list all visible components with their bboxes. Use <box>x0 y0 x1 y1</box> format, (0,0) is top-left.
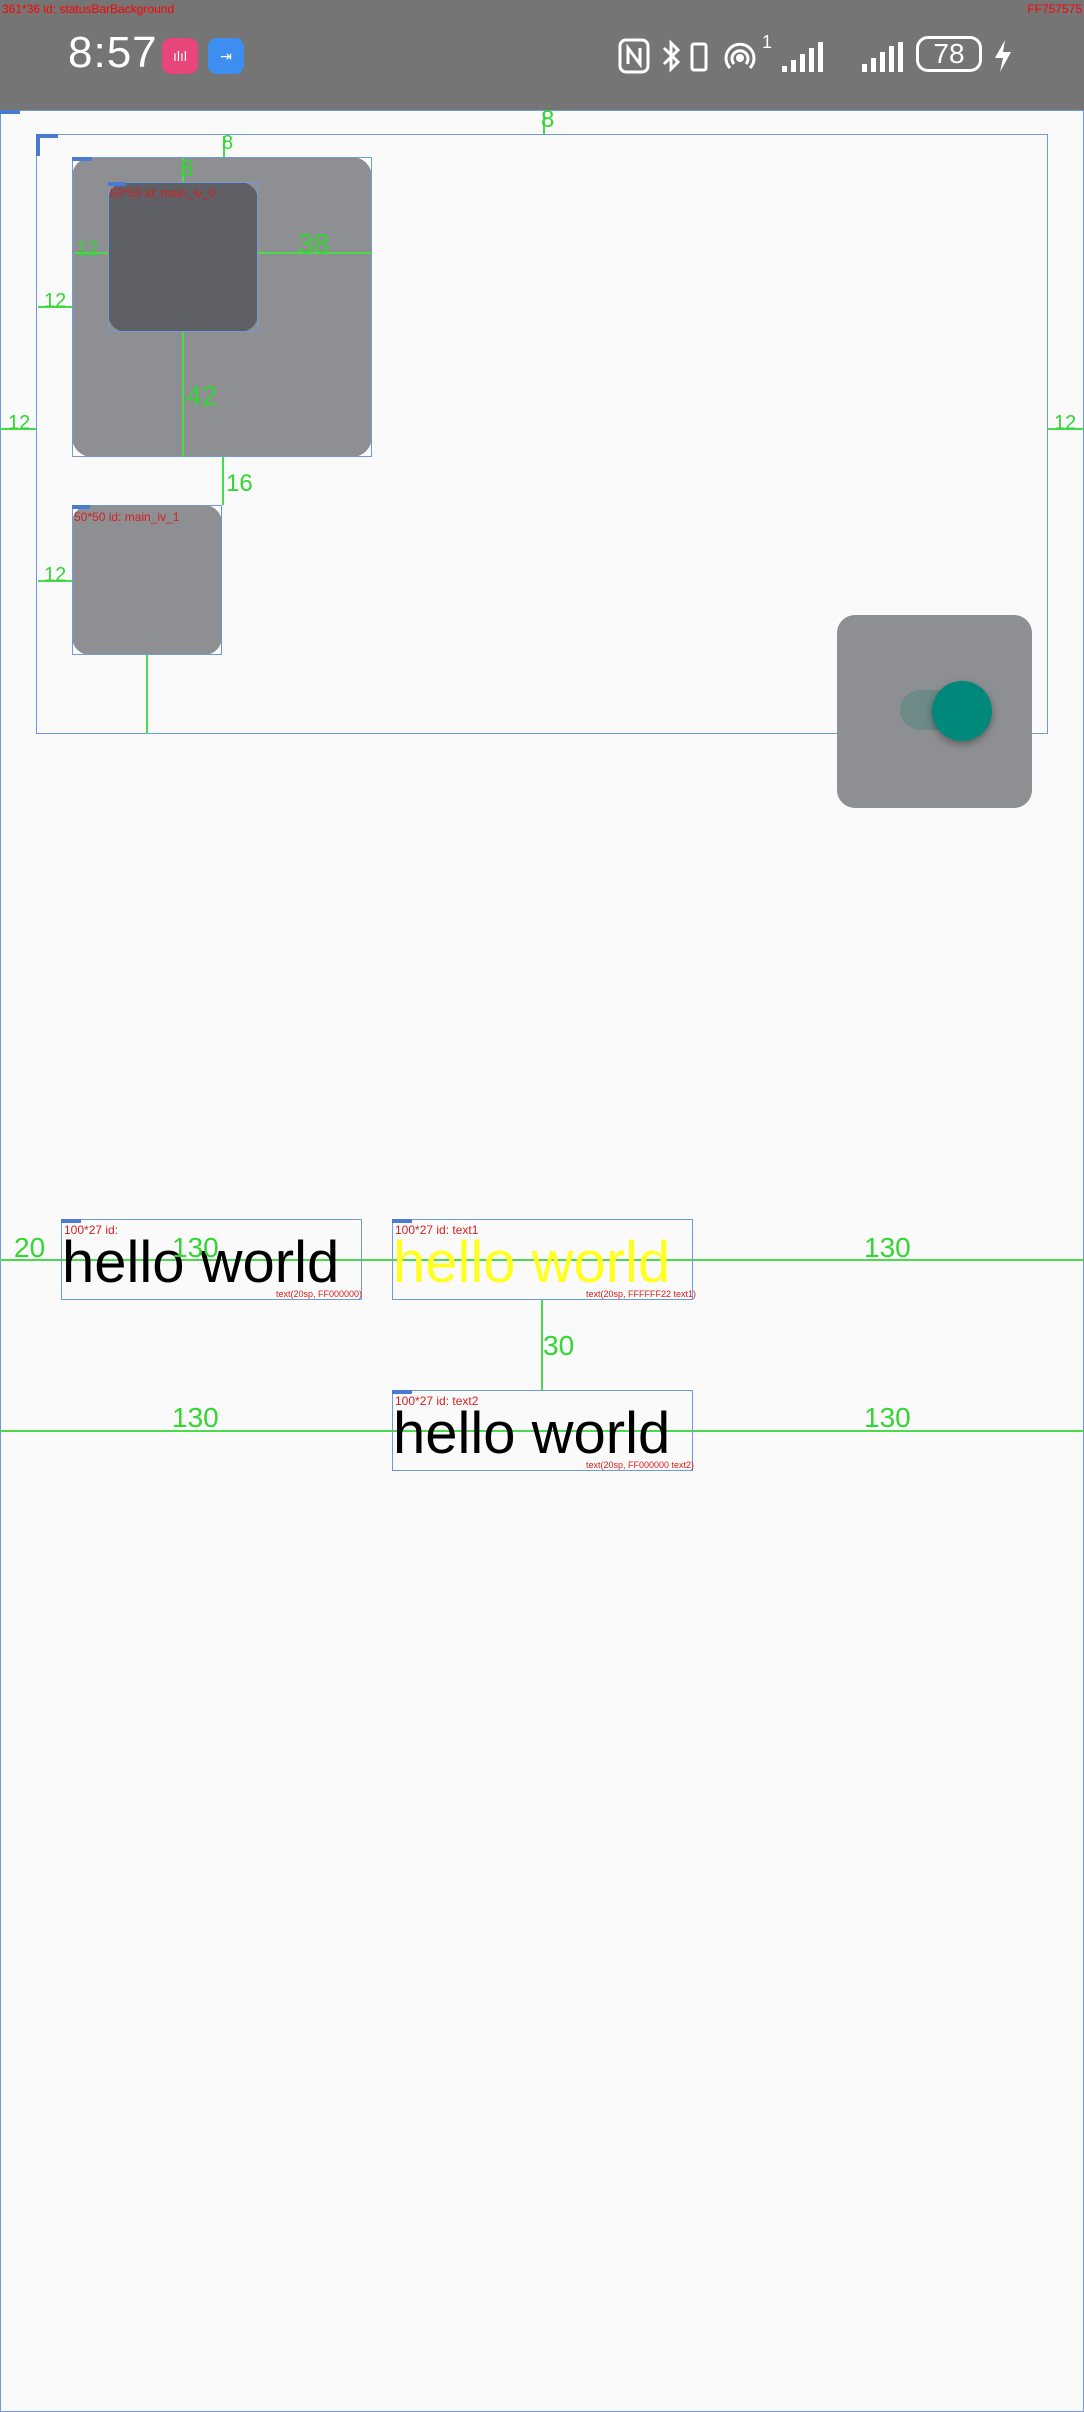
top-gap-label: 8 <box>541 106 555 133</box>
bounds-corner <box>36 134 40 156</box>
bolt-icon <box>995 40 1011 72</box>
text1-right-margin-label: 130 <box>864 1232 911 1263</box>
gap-label: 16 <box>226 470 253 497</box>
bounds-corner <box>72 157 92 161</box>
hotspot-count: 1 <box>762 32 773 52</box>
hello-world-text-1: hello world <box>393 1230 671 1295</box>
inner-right-label: 38 <box>298 228 330 259</box>
text2-left-margin-label: 130 <box>172 1402 219 1433</box>
inner-bottom-label: 42 <box>186 380 218 411</box>
text2-right-margin-label: 130 <box>864 1402 911 1433</box>
text2-style-label: text(20sp, FF000000 text2) <box>586 1460 695 1470</box>
image-bounds <box>72 505 222 655</box>
inner-left-label: 12 <box>76 238 99 260</box>
right-margin-label: 12 <box>1054 412 1077 434</box>
hotspot-icon <box>724 42 756 70</box>
text0-style-label: text(20sp, FF000000) <box>276 1289 363 1299</box>
usb-notification-icon: ⇥ <box>208 38 244 74</box>
image-bounds <box>108 182 258 332</box>
inner-top-label: 8 <box>180 155 194 182</box>
lower-debug-label: 50*50 id: main_iv_1 <box>74 510 180 524</box>
nfc-icon <box>618 38 650 74</box>
guide-line <box>222 457 224 505</box>
outer-left-label: 12 <box>44 290 67 312</box>
text-gap-label: 30 <box>543 1330 575 1361</box>
toggle-switch-thumb[interactable] <box>932 681 992 741</box>
inner-debug-label: 50*50 id: main_iv_0 <box>110 186 216 200</box>
text0-left-margin-label: 20 <box>14 1232 46 1263</box>
status-bar-debug-color: FF757575 <box>1027 2 1082 16</box>
guide-line <box>182 332 184 457</box>
hello-world-text-2: hello world <box>393 1401 671 1466</box>
bluetooth-icon <box>662 39 681 73</box>
left-margin-label: 12 <box>8 412 31 434</box>
bounds-corner <box>0 110 20 114</box>
clock: 8:57 <box>68 28 158 77</box>
text0-right-margin-label: 130 <box>172 1232 219 1263</box>
vibrate-icon <box>690 42 708 72</box>
signal-icon <box>782 42 823 72</box>
bounds-corner <box>72 505 90 509</box>
guide-line <box>146 655 148 734</box>
container-top-label: 8 <box>222 132 234 154</box>
status-bar-debug-label: 361*36 id: statusBarBackground <box>2 2 175 16</box>
app-notification-icon: ılıl <box>162 38 198 74</box>
signal-icon <box>862 42 903 72</box>
battery-indicator: 78 <box>916 36 982 72</box>
lower-left-label: 12 <box>44 564 67 586</box>
text1-style-label: text(20sp, FFFFFF22 text1) <box>586 1289 697 1299</box>
